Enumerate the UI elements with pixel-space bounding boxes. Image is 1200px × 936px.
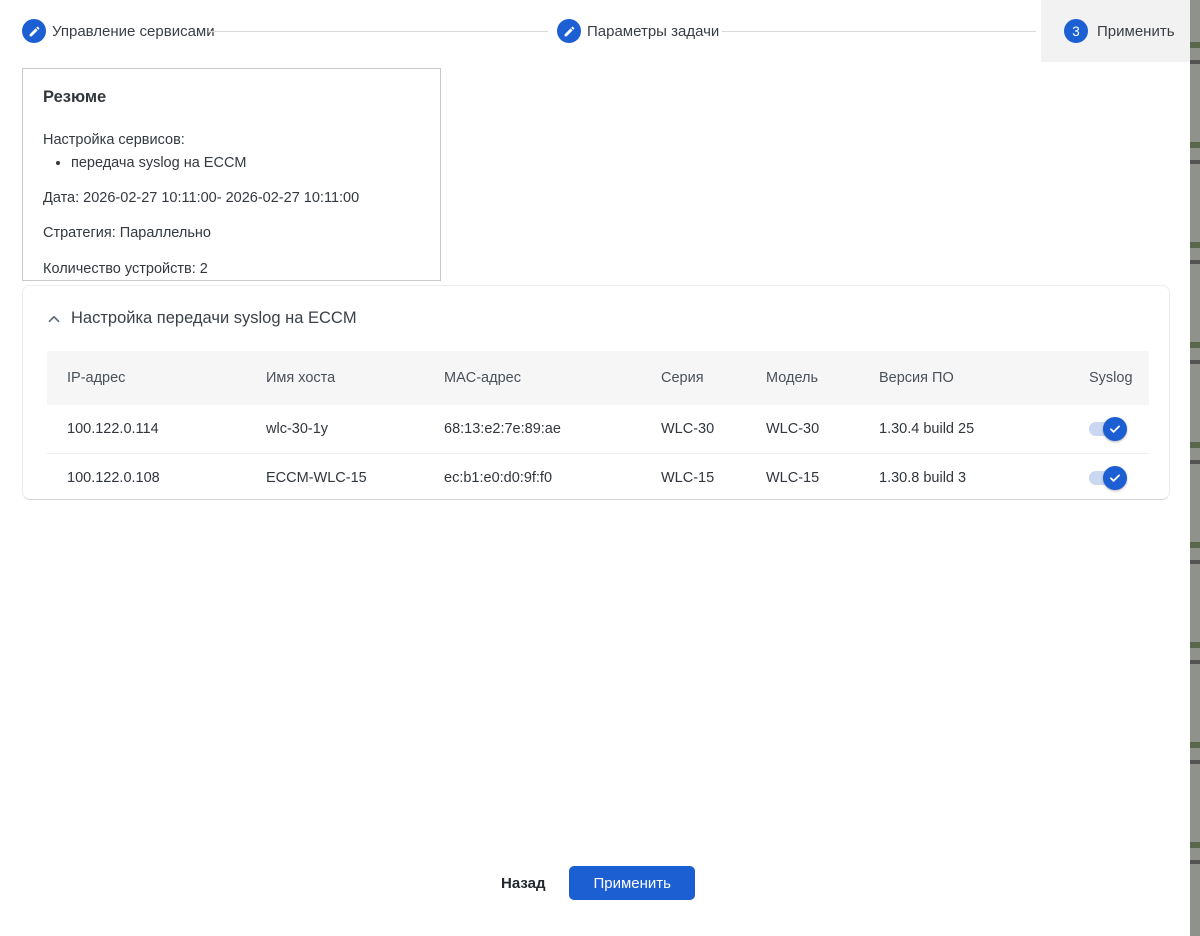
summary-title: Резюме <box>43 88 107 106</box>
background-page-edge <box>1190 0 1200 936</box>
step-circle <box>22 19 46 43</box>
edit-icon <box>29 26 39 36</box>
apply-button[interactable]: Применить <box>569 866 695 900</box>
edit-icon <box>564 26 574 36</box>
table-header-row: IP-адрес Имя хоста MAC-адрес Серия Модел… <box>47 351 1149 405</box>
step-circle <box>557 19 581 43</box>
table-row: 100.122.0.108 ECCM-WLC-15 ec:b1:e0:d0:9f… <box>47 453 1149 501</box>
cell-model: WLC-30 <box>766 421 820 437</box>
table-row: 100.122.0.114 wlc-30-1y 68:13:e2:7e:89:a… <box>47 405 1149 453</box>
chevron-up-icon <box>48 315 60 322</box>
cell-mac: ec:b1:e0:d0:9f:f0 <box>444 469 553 486</box>
column-header-mac: MAC-адрес <box>444 370 521 386</box>
summary-device-count-line: Количество устройств: 2 <box>43 260 208 277</box>
column-header-ip: IP-адрес <box>67 370 126 386</box>
column-header-firmware: Версия ПО <box>879 370 954 386</box>
cell-firmware: 1.30.8 build 3 <box>879 469 967 486</box>
summary-service-item: передача syslog на ECCM <box>71 154 420 172</box>
column-header-series: Серия <box>661 370 704 386</box>
summary-services-list: передача syslog на ECCM <box>43 154 420 172</box>
syslog-toggle[interactable] <box>1089 465 1127 490</box>
section-header: Настройка передачи syslog на ECCM <box>23 286 1169 351</box>
syslog-section-card: Настройка передачи syslog на ECCM IP-адр… <box>22 285 1170 500</box>
step-label: Управление сервисами <box>52 22 215 40</box>
cell-series: WLC-15 <box>661 469 715 486</box>
wizard-actions: Назад Применить <box>0 866 1190 900</box>
step-label: Применить <box>1097 22 1175 40</box>
step-number: 3 <box>1072 23 1080 39</box>
summary-date-line: Дата: 2026-02-27 10:11:00- 2026-02-27 10… <box>43 190 360 207</box>
cell-mac: 68:13:e2:7e:89:ae <box>444 421 561 437</box>
summary-strategy-line: Стратегия: Параллельно <box>43 225 211 242</box>
stepper-connector <box>208 31 548 32</box>
cell-ip: 100.122.0.114 <box>67 421 159 437</box>
stepper-step-task-params[interactable]: Параметры задачи <box>557 0 719 62</box>
cell-hostname: ECCM-WLC-15 <box>266 469 367 486</box>
toggle-thumb <box>1103 417 1127 441</box>
collapse-section-button[interactable] <box>45 310 63 328</box>
stepper-step-apply[interactable]: 3 Применить <box>1041 0 1190 62</box>
cell-syslog <box>1069 417 1151 441</box>
step-label: Параметры задачи <box>587 22 720 40</box>
check-icon <box>1110 425 1120 433</box>
cell-firmware: 1.30.4 build 25 <box>879 421 975 437</box>
cell-model: WLC-15 <box>766 469 820 486</box>
check-icon <box>1110 474 1120 482</box>
cell-ip: 100.122.0.108 <box>67 469 160 486</box>
column-header-model: Модель <box>766 370 819 386</box>
cell-syslog <box>1069 465 1151 490</box>
cell-hostname: wlc-30-1y <box>266 421 329 437</box>
summary-card: Резюме Настройка сервисов: передача sysl… <box>22 68 441 281</box>
devices-table: IP-адрес Имя хоста MAC-адрес Серия Модел… <box>47 351 1149 501</box>
toggle-thumb <box>1103 465 1127 490</box>
summary-services-label: Настройка сервисов: <box>43 132 185 148</box>
stepper-step-services[interactable]: Управление сервисами <box>22 0 215 62</box>
back-button[interactable]: Назад <box>495 867 551 900</box>
syslog-toggle[interactable] <box>1089 417 1127 441</box>
cell-series: WLC-30 <box>661 421 715 437</box>
column-header-hostname: Имя хоста <box>266 370 336 386</box>
column-header-syslog: Syslog <box>1089 370 1133 386</box>
step-circle: 3 <box>1064 19 1088 43</box>
section-title: Настройка передачи syslog на ECCM <box>71 309 357 327</box>
stepper-connector <box>722 31 1036 32</box>
